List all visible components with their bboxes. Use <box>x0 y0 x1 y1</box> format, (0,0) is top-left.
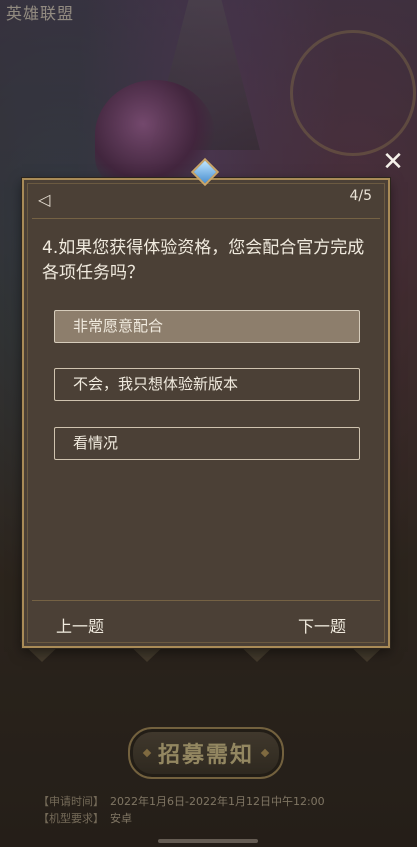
question-text: 4.如果您获得体验资格，您会配合官方完成各项任务吗？ <box>42 238 365 283</box>
home-indicator[interactable] <box>158 839 258 843</box>
divider <box>32 600 380 601</box>
survey-dialog: ◁ 4/5 4.如果您获得体验资格，您会配合官方完成各项任务吗？ 非常愿意配合 … <box>22 178 390 648</box>
back-arrow-icon[interactable]: ◁ <box>38 190 50 209</box>
option-no-just-new-version[interactable]: 不会，我只想体验新版本 <box>54 368 360 401</box>
option-very-willing[interactable]: 非常愿意配合 <box>54 310 360 343</box>
question-progress: 4/5 <box>349 188 372 204</box>
previous-question-button[interactable]: 上一题 <box>56 613 104 637</box>
next-question-button[interactable]: 下一题 <box>298 613 346 637</box>
divider <box>32 218 380 219</box>
close-icon[interactable]: ✕ <box>381 149 405 175</box>
option-depends[interactable]: 看情况 <box>54 427 360 460</box>
